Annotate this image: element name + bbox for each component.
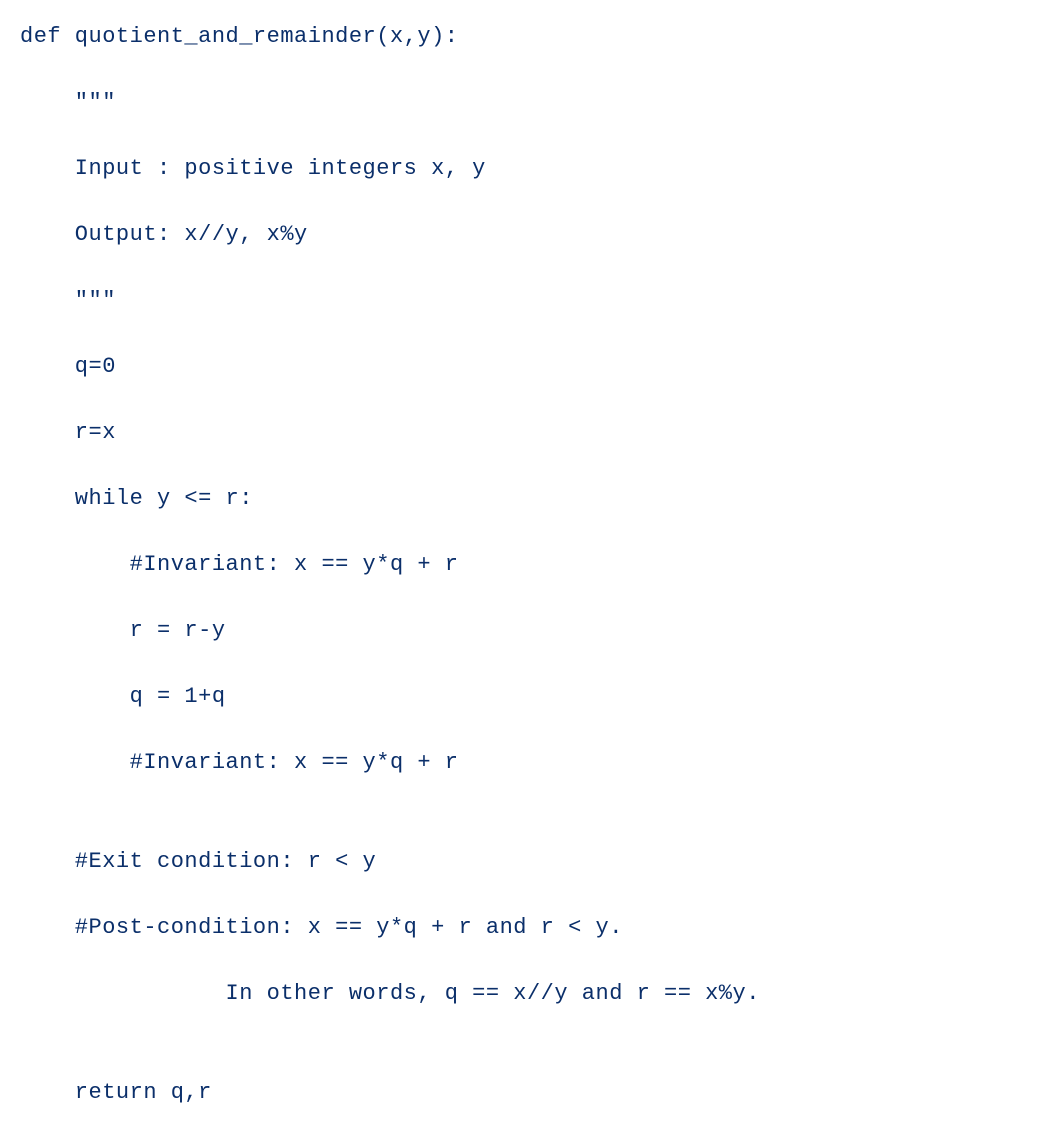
- code-line: r=x: [20, 416, 1017, 449]
- code-line: q = 1+q: [20, 680, 1017, 713]
- code-line: while y <= r:: [20, 482, 1017, 515]
- code-line: """: [20, 284, 1017, 317]
- code-line: return q,r: [20, 1076, 1017, 1109]
- code-line: def quotient_and_remainder(x,y):: [20, 20, 1017, 53]
- code-line: #Exit condition: r < y: [20, 845, 1017, 878]
- code-block: def quotient_and_remainder(x,y): """ Inp…: [20, 20, 1017, 1109]
- code-line: q=0: [20, 350, 1017, 383]
- code-line: #Invariant: x == y*q + r: [20, 548, 1017, 581]
- code-line: #Invariant: x == y*q + r: [20, 746, 1017, 779]
- code-line: Output: x//y, x%y: [20, 218, 1017, 251]
- code-line: #Post-condition: x == y*q + r and r < y.: [20, 911, 1017, 944]
- code-line: """: [20, 86, 1017, 119]
- code-line: In other words, q == x//y and r == x%y.: [20, 977, 1017, 1010]
- code-line: r = r-y: [20, 614, 1017, 647]
- code-line: Input : positive integers x, y: [20, 152, 1017, 185]
